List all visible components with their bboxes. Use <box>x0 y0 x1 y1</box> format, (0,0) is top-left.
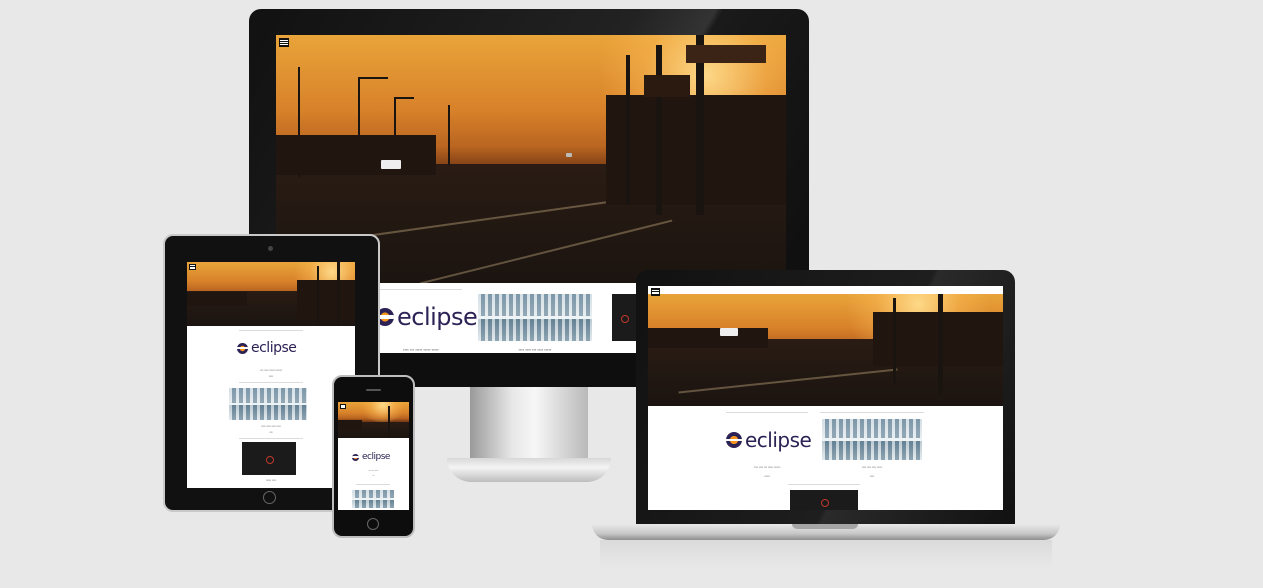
post-caption[interactable]: ▪▪▪ ▪▪▪▪ ▪▪▪▪▪ ▪▪▪▪▪▪ <box>231 368 311 372</box>
menu-icon[interactable] <box>340 404 346 409</box>
post-meta: ▪▪▪ <box>269 430 273 434</box>
tablet-camera <box>268 246 273 251</box>
monitor-stand-neck <box>470 387 588 465</box>
hero-sunset-photo <box>338 402 409 438</box>
phone-home-button <box>367 518 379 530</box>
hero-sunset-photo <box>187 262 355 326</box>
tablet-screen: eclipse ▪▪▪ ▪▪▪▪ ▪▪▪▪▪ ▪▪▪▪▪▪ ▪▪▪▪ ▪▪▪▪ … <box>187 262 355 488</box>
library-aisle-thumbnail[interactable] <box>822 419 922 460</box>
eclipse-logo-icon <box>352 453 359 461</box>
laptop-screen: eclipse ▪▪▪▪ ▪▪▪▪ ▪▪▪ ▪▪▪▪▪ ▪▪▪▪▪▪ ▪▪▪▪▪… <box>648 286 1003 510</box>
hero-sunset-photo <box>648 294 1003 406</box>
menu-icon[interactable] <box>189 264 196 270</box>
laptop-notch <box>792 524 858 529</box>
post-meta: ▪▪▪▪ <box>268 374 274 378</box>
post-caption[interactable]: ▪▪▪▪ ▪▪▪▪ ▪▪▪▪ ▪▪▪▪ <box>231 424 311 428</box>
post-caption[interactable]: ▪▪▪▪▪ ▪▪▪▪ <box>231 478 311 482</box>
library-aisle-thumbnail[interactable] <box>352 490 394 508</box>
post-caption[interactable]: ▪▪▪▪ ▪▪▪▪ ▪▪▪▪ ▪▪▪▪▪ <box>820 465 924 469</box>
eclipse-logo: eclipse <box>726 428 812 452</box>
post-meta: ▪▪▪ <box>372 475 375 477</box>
post-caption[interactable]: ▪▪▪▪ ▪▪▪▪ ▪▪▪ ▪▪▪▪▪ ▪▪▪▪▪▪ <box>720 465 814 469</box>
post-caption[interactable]: ▪▪▪▪ ▪▪▪ ▪▪▪▪▪ ▪▪▪▪▪ ▪▪▪▪▪ <box>372 347 470 352</box>
phone-speaker <box>366 389 381 391</box>
menu-icon[interactable] <box>279 38 289 47</box>
eclipse-logo-icon <box>726 432 742 448</box>
eclipse-logo: eclipse <box>376 303 478 331</box>
library-aisle-thumbnail[interactable] <box>478 294 592 341</box>
post-caption[interactable]: ▪▪▪ ▪▪▪▪ ▪▪▪▪▪ <box>346 470 401 472</box>
post-caption[interactable]: ▪▪▪▪ ▪▪▪▪ ▪▪▪ ▪▪▪▪ ▪▪▪▪▪ <box>478 347 592 352</box>
dark-product-thumbnail[interactable] <box>242 442 296 475</box>
post-meta: ▪▪▪▪▪ <box>764 474 770 478</box>
library-aisle-thumbnail[interactable] <box>229 388 307 420</box>
dark-product-thumbnail[interactable] <box>612 294 636 341</box>
tablet-home-button <box>263 491 276 504</box>
monitor-stand-base <box>447 458 611 482</box>
post-meta: ▪▪▪▪ <box>869 474 875 478</box>
eclipse-logo: eclipse <box>352 452 390 462</box>
dark-product-thumbnail[interactable] <box>790 490 858 510</box>
phone-screen: eclipse ▪▪▪ ▪▪▪▪ ▪▪▪▪▪ ▪▪▪ <box>338 402 409 510</box>
eclipse-logo-icon <box>237 342 248 354</box>
eclipse-logo: eclipse <box>237 340 297 356</box>
menu-icon[interactable] <box>651 288 660 296</box>
